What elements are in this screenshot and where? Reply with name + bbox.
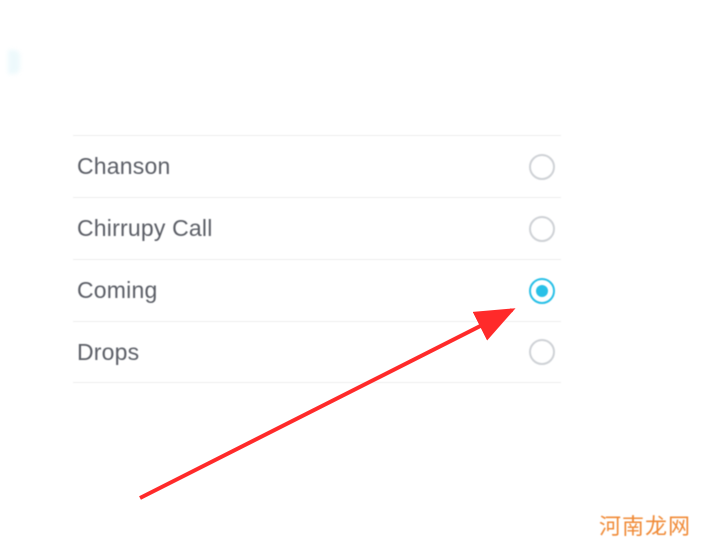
ringtone-list: Chanson Chirrupy Call Coming Drops (73, 135, 561, 383)
radio-unchecked-icon[interactable] (529, 339, 555, 365)
ringtone-label: Coming (77, 277, 157, 304)
ringtone-item-drops[interactable]: Drops (73, 321, 561, 383)
header-accent (8, 50, 20, 74)
radio-checked-icon[interactable] (529, 278, 555, 304)
ringtone-item-coming[interactable]: Coming (73, 259, 561, 321)
ringtone-item-chirrupy-call[interactable]: Chirrupy Call (73, 197, 561, 259)
ringtone-item-chanson[interactable]: Chanson (73, 135, 561, 197)
ringtone-label: Drops (77, 339, 139, 366)
radio-unchecked-icon[interactable] (529, 216, 555, 242)
ringtone-label: Chanson (77, 153, 170, 180)
ringtone-label: Chirrupy Call (77, 215, 213, 242)
watermark-text: 河南龙网 (599, 509, 691, 541)
radio-unchecked-icon[interactable] (529, 154, 555, 180)
